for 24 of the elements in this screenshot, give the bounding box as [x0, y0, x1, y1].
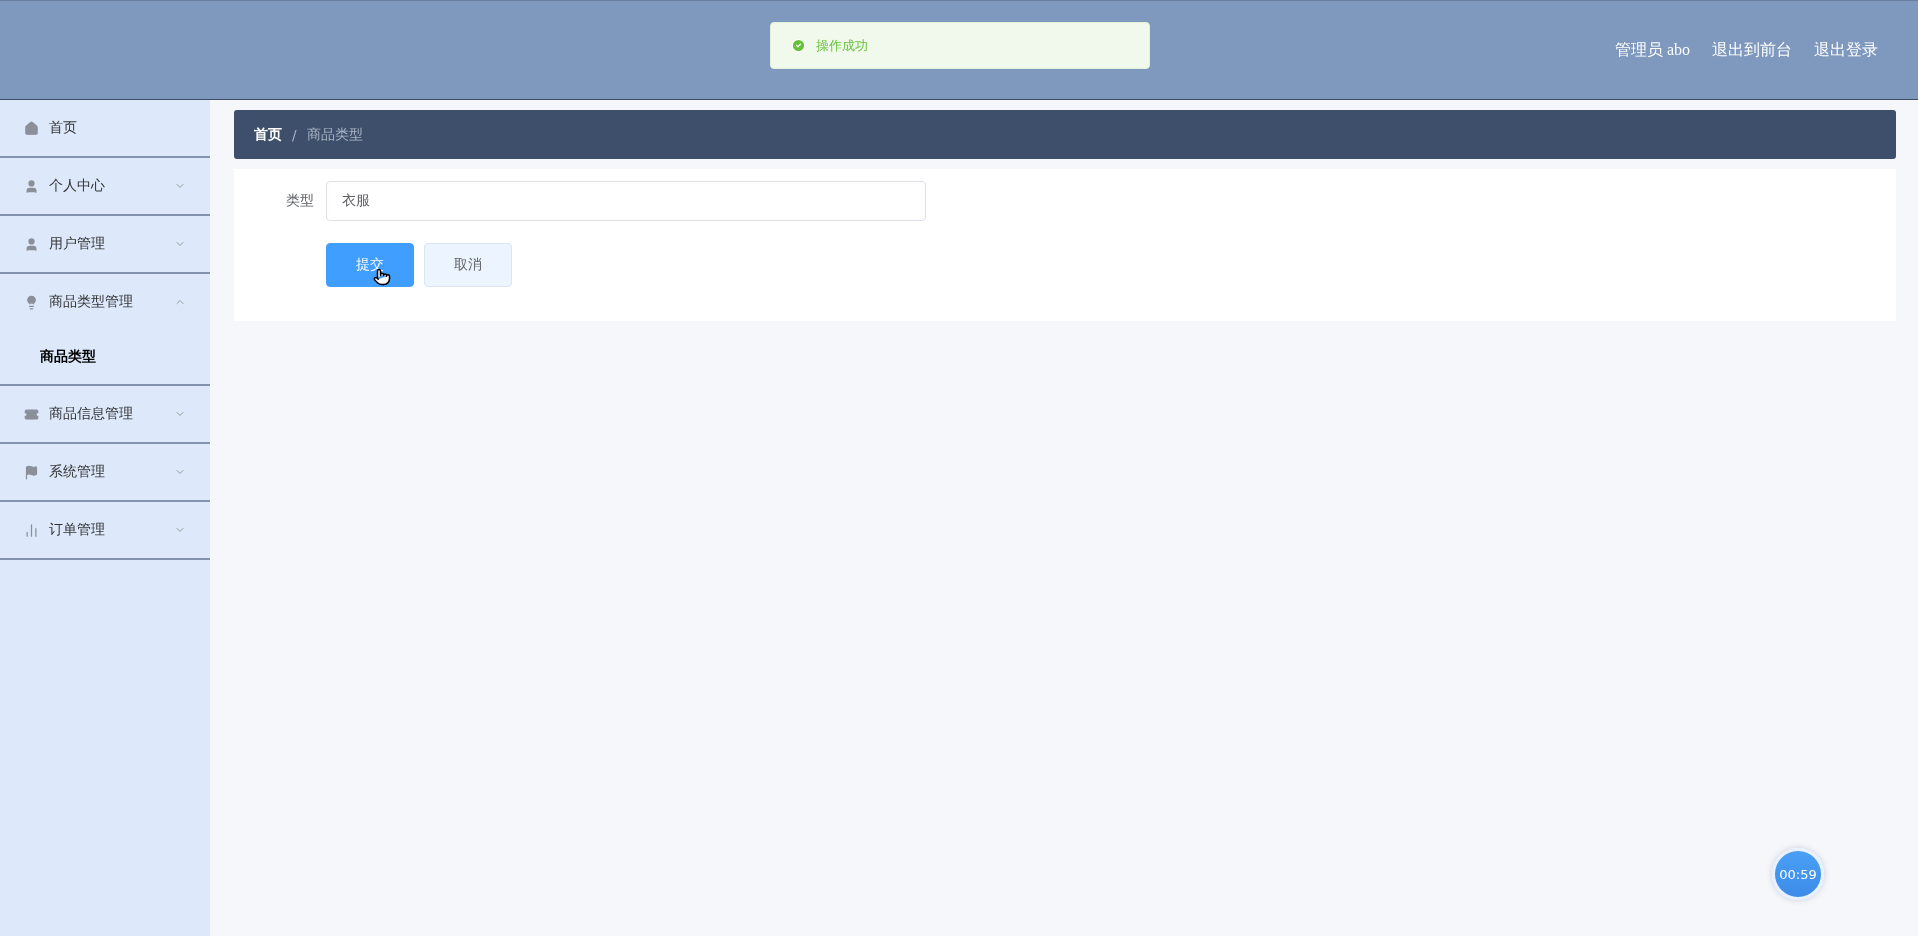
- menu-item[interactable]: 系统管理: [0, 444, 210, 502]
- user-icon: [24, 236, 39, 252]
- toast-message: 操作成功: [816, 36, 868, 55]
- bar-chart-icon: [24, 522, 39, 538]
- flag-icon: [24, 464, 39, 480]
- menu-item[interactable]: 个人中心: [0, 158, 210, 216]
- breadcrumb-separator: /: [292, 126, 297, 143]
- breadcrumb-item[interactable]: 首页: [254, 125, 282, 144]
- menu-item[interactable]: 订单管理: [0, 502, 210, 560]
- menu-item[interactable]: 用户管理: [0, 216, 210, 274]
- submenu-item[interactable]: 商品类型: [0, 330, 210, 384]
- field-label: 类型: [285, 192, 314, 210]
- menu-item[interactable]: 商品类型管理: [0, 274, 210, 330]
- admin-label: 管理员 abo: [1614, 39, 1690, 60]
- check-icon: [791, 38, 806, 53]
- user-icon: [24, 178, 39, 194]
- ticket-icon: [24, 406, 39, 422]
- menu-item[interactable]: 首页: [0, 100, 210, 158]
- cancel-button[interactable]: 取消: [424, 243, 512, 287]
- type-field[interactable]: 衣服: [326, 181, 926, 221]
- lightbulb-icon: [24, 294, 39, 310]
- breadcrumb-item: 商品类型: [306, 125, 363, 144]
- home-icon: [24, 120, 39, 136]
- menu-item[interactable]: 商品信息管理: [0, 386, 210, 444]
